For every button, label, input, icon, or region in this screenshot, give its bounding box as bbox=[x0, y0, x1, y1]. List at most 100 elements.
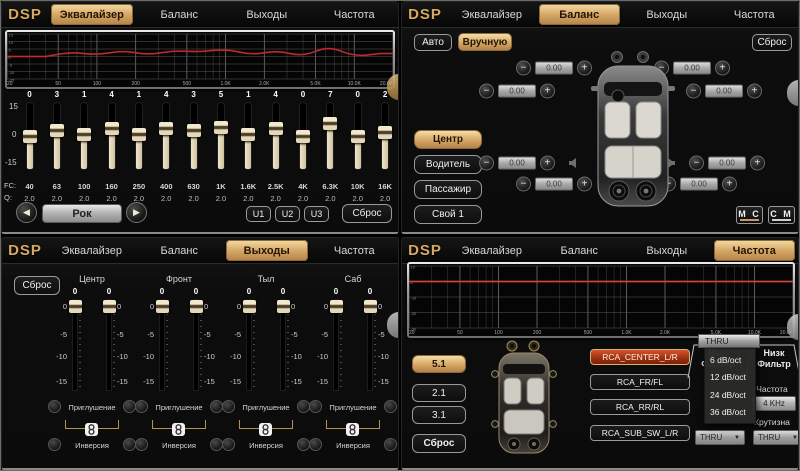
band-gain-slider[interactable] bbox=[218, 103, 224, 169]
band-gain-slider[interactable] bbox=[81, 103, 87, 169]
tab-выходы[interactable]: Выходы bbox=[226, 4, 308, 25]
band-gain-slider[interactable] bbox=[273, 103, 279, 169]
band-slider-knob[interactable] bbox=[105, 122, 119, 135]
preset-prev-button[interactable]: ◀ bbox=[16, 202, 37, 223]
memory-button-u2[interactable]: U2 bbox=[275, 206, 300, 222]
rca-front-button[interactable]: RCA_FR/FL bbox=[590, 374, 690, 390]
rca-center-button[interactable]: RCA_CENTER_L/R bbox=[590, 349, 690, 365]
slope-select-right[interactable]: THRU ▼ bbox=[753, 430, 799, 445]
mute-toggle-right[interactable] bbox=[384, 400, 397, 413]
output-slider-knob[interactable] bbox=[243, 300, 256, 313]
rca-sub-button[interactable]: RCA_SUB_SW_L/R bbox=[590, 425, 690, 441]
plus-button[interactable]: + bbox=[750, 156, 765, 171]
tab-баланс[interactable]: Баланс bbox=[139, 240, 221, 261]
band-gain-slider[interactable] bbox=[300, 103, 306, 169]
output-gain-slider[interactable] bbox=[334, 300, 338, 390]
preset-next-button[interactable]: ▶ bbox=[126, 202, 147, 223]
band-gain-slider[interactable] bbox=[245, 103, 251, 169]
band-gain-slider[interactable] bbox=[54, 103, 60, 169]
output-slider-knob[interactable] bbox=[190, 300, 203, 313]
rca-rear-button[interactable]: RCA_RR/RL bbox=[590, 399, 690, 415]
tab-частота[interactable]: Частота bbox=[714, 240, 796, 261]
band-slider-knob[interactable] bbox=[241, 128, 255, 141]
preset-select-button[interactable]: Рок bbox=[42, 204, 122, 223]
link-channels-icon[interactable] bbox=[346, 423, 359, 436]
minus-button[interactable]: − bbox=[479, 156, 494, 171]
position-button-4[interactable]: Свой 1 bbox=[414, 205, 482, 224]
balance-manual-button[interactable]: Вручную bbox=[458, 33, 512, 51]
band-slider-knob[interactable] bbox=[132, 128, 146, 141]
minus-button[interactable]: − bbox=[689, 156, 704, 171]
tab-баланс[interactable]: Баланс bbox=[139, 4, 221, 25]
output-gain-slider[interactable] bbox=[160, 300, 164, 390]
invert-toggle-right[interactable] bbox=[384, 438, 397, 451]
tab-частота[interactable]: Частота bbox=[314, 4, 396, 25]
band-slider-knob[interactable] bbox=[23, 130, 37, 143]
output-gain-slider[interactable] bbox=[247, 300, 251, 390]
slope-dropdown-selected[interactable]: THRU bbox=[698, 334, 760, 348]
tab-баланс[interactable]: Баланс bbox=[539, 240, 621, 261]
mc-mode-button[interactable]: M C bbox=[736, 206, 763, 224]
dropdown-option[interactable]: 36 dB/oct bbox=[705, 407, 755, 417]
output-gain-slider[interactable] bbox=[194, 300, 198, 390]
output-slider-knob[interactable] bbox=[330, 300, 343, 313]
invert-toggle-left[interactable] bbox=[48, 438, 61, 451]
band-slider-knob[interactable] bbox=[159, 122, 173, 135]
band-slider-knob[interactable] bbox=[77, 128, 91, 141]
minus-button[interactable]: − bbox=[516, 61, 531, 76]
freq-reset-button[interactable]: Сброс bbox=[412, 434, 466, 453]
tab-выходы[interactable]: Выходы bbox=[626, 4, 708, 25]
position-button-2[interactable]: Водитель bbox=[414, 155, 482, 174]
plus-button[interactable]: + bbox=[747, 84, 762, 99]
balance-auto-button[interactable]: Авто bbox=[414, 34, 452, 51]
invert-toggle-left[interactable] bbox=[309, 438, 322, 451]
minus-button[interactable]: − bbox=[516, 177, 531, 192]
link-channels-icon[interactable] bbox=[85, 423, 98, 436]
band-gain-slider[interactable] bbox=[355, 103, 361, 169]
invert-toggle-left[interactable] bbox=[135, 438, 148, 451]
slope-select-left[interactable]: THRU ▼ bbox=[695, 430, 745, 445]
channel-button-2-1[interactable]: 2.1 bbox=[412, 384, 466, 402]
dropdown-option[interactable]: 6 dB/oct bbox=[705, 355, 755, 365]
tab-эквалайзер[interactable]: Эквалайзер bbox=[51, 4, 133, 25]
output-gain-slider[interactable] bbox=[281, 300, 285, 390]
balance-reset-button[interactable]: Сброс bbox=[752, 34, 792, 51]
plus-button[interactable]: + bbox=[540, 84, 555, 99]
minus-button[interactable]: − bbox=[479, 84, 494, 99]
output-slider-knob[interactable] bbox=[277, 300, 290, 313]
eq-reset-button[interactable]: Сброс bbox=[342, 204, 392, 223]
channel-button-3-1[interactable]: 3.1 bbox=[412, 406, 466, 424]
band-gain-slider[interactable] bbox=[27, 103, 33, 169]
filter-freq-value[interactable]: 4 KHz bbox=[752, 396, 796, 411]
tab-эквалайзер[interactable]: Эквалайзер bbox=[51, 240, 133, 261]
slide-out-handle[interactable] bbox=[787, 80, 799, 106]
dropdown-option[interactable]: 12 dB/oct bbox=[705, 372, 755, 382]
band-slider-knob[interactable] bbox=[214, 121, 228, 134]
position-button-3[interactable]: Пассажир bbox=[414, 180, 482, 199]
band-gain-slider[interactable] bbox=[109, 103, 115, 169]
memory-button-u1[interactable]: U1 bbox=[246, 206, 271, 222]
channel-button-5-1[interactable]: 5.1 bbox=[412, 355, 466, 373]
band-gain-slider[interactable] bbox=[191, 103, 197, 169]
mute-toggle-left[interactable] bbox=[309, 400, 322, 413]
band-gain-slider[interactable] bbox=[136, 103, 142, 169]
output-gain-slider[interactable] bbox=[368, 300, 372, 390]
output-slider-knob[interactable] bbox=[156, 300, 169, 313]
output-gain-slider[interactable] bbox=[73, 300, 77, 390]
output-slider-knob[interactable] bbox=[103, 300, 116, 313]
tab-частота[interactable]: Частота bbox=[714, 4, 796, 25]
band-slider-knob[interactable] bbox=[187, 124, 201, 137]
band-gain-slider[interactable] bbox=[382, 103, 388, 169]
tab-баланс[interactable]: Баланс bbox=[539, 4, 621, 25]
tab-эквалайзер[interactable]: Эквалайзер bbox=[451, 4, 533, 25]
band-gain-slider[interactable] bbox=[327, 103, 333, 169]
tab-выходы[interactable]: Выходы bbox=[226, 240, 308, 261]
plus-button[interactable]: + bbox=[540, 156, 555, 171]
output-slider-knob[interactable] bbox=[69, 300, 82, 313]
invert-toggle-left[interactable] bbox=[222, 438, 235, 451]
minus-button[interactable]: − bbox=[686, 84, 701, 99]
tab-частота[interactable]: Частота bbox=[314, 240, 396, 261]
band-slider-knob[interactable] bbox=[323, 117, 337, 130]
dropdown-option[interactable]: 24 dB/oct bbox=[705, 390, 755, 400]
plus-button[interactable]: + bbox=[715, 61, 730, 76]
